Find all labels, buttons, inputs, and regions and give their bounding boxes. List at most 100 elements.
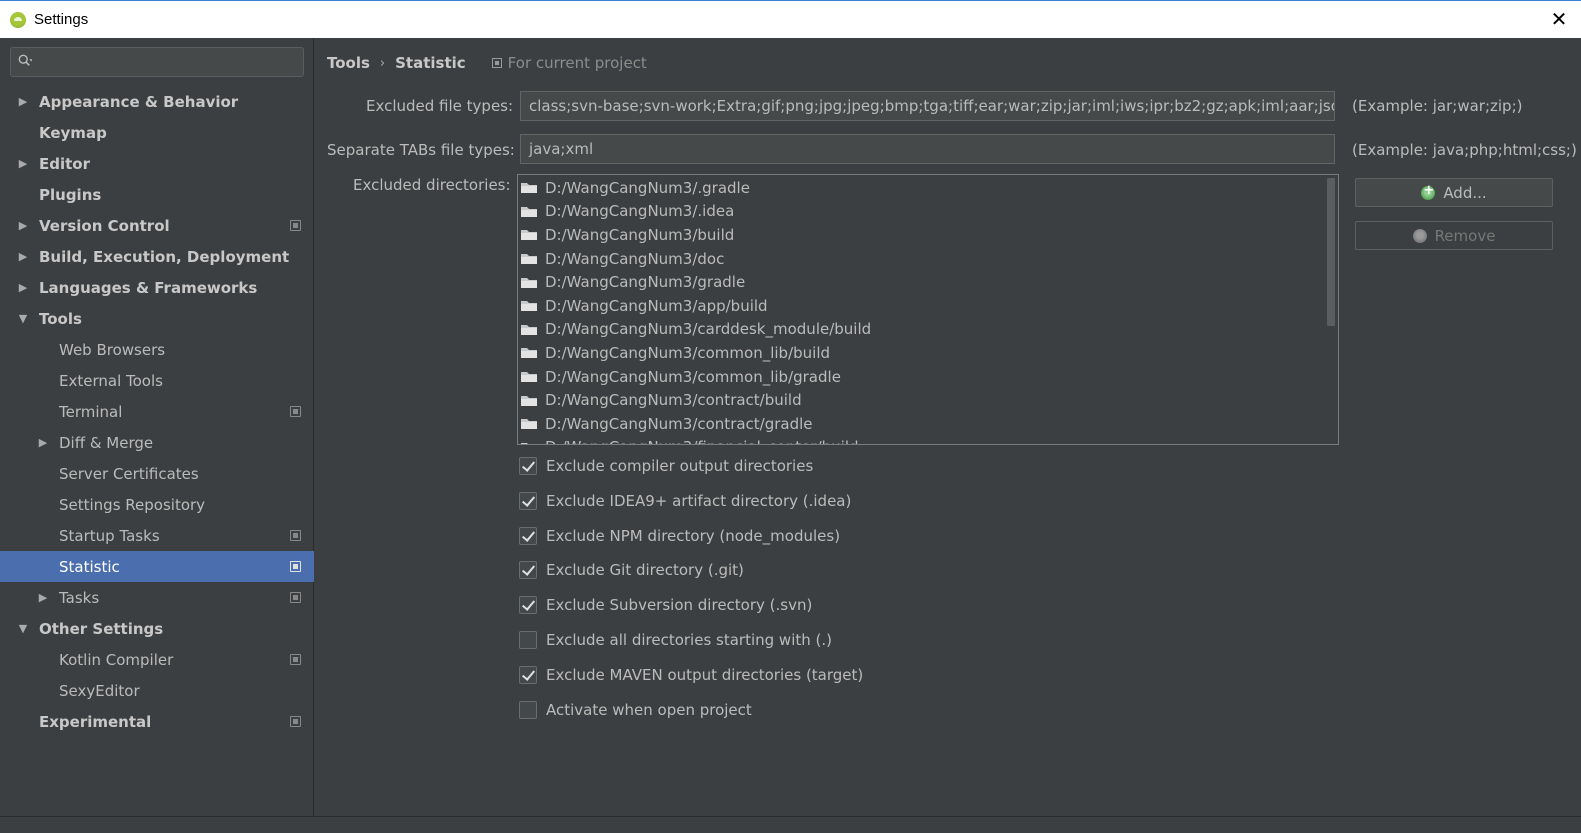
excluded-directories-label: Excluded directories: — [353, 176, 511, 194]
collapsed-arrow-icon[interactable]: ▶ — [37, 436, 49, 449]
folder-icon — [521, 206, 537, 217]
sidebar-item-label: Languages & Frameworks — [39, 278, 258, 297]
sidebar-item-tasks[interactable]: ▶ Tasks — [0, 582, 314, 613]
excluded-file-types-input[interactable]: class;svn-base;svn-work;Extra;gif;png;jp… — [520, 91, 1335, 121]
option-exclude-npm-directory-node-modules[interactable]: Exclude NPM directory (node_modules) — [519, 525, 840, 547]
checkbox[interactable] — [519, 631, 537, 649]
list-scrollbar[interactable] — [1324, 175, 1338, 444]
directory-row[interactable]: D:/WangCangNum3/contract/build — [518, 388, 1326, 412]
sidebar-item-editor[interactable]: ▶ Editor — [0, 148, 314, 179]
remove-directory-button[interactable]: Remove — [1355, 221, 1553, 250]
option-exclude-git-directory-git[interactable]: Exclude Git directory (.git) — [519, 559, 744, 581]
project-level-icon — [290, 592, 301, 603]
list-scrollbar-thumb[interactable] — [1327, 178, 1335, 326]
directory-path: D:/WangCangNum3/gradle — [545, 273, 746, 292]
sidebar-item-plugins[interactable]: Plugins — [0, 179, 314, 210]
sidebar-item-settings-repository[interactable]: Settings Repository — [0, 489, 314, 520]
separate-tabs-input[interactable]: java;xml — [520, 134, 1335, 164]
sidebar-item-label: Experimental — [39, 712, 152, 731]
directory-row[interactable]: D:/WangCangNum3/common_lib/gradle — [518, 365, 1326, 389]
collapsed-arrow-icon[interactable]: ▶ — [17, 281, 29, 294]
settings-search-box[interactable] — [10, 47, 304, 77]
project-level-icon — [290, 654, 301, 665]
sidebar-item-server-certificates[interactable]: Server Certificates — [0, 458, 314, 489]
directory-row[interactable]: D:/WangCangNum3/.gradle — [518, 176, 1326, 200]
sidebar-item-label: Keymap — [39, 123, 107, 142]
sidebar-item-web-browsers[interactable]: Web Browsers — [0, 334, 314, 365]
separate-tabs-label: Separate TABs file types: — [327, 141, 515, 159]
directory-row[interactable]: D:/WangCangNum3/contract/gradle — [518, 412, 1326, 436]
sidebar-item-startup-tasks[interactable]: Startup Tasks — [0, 520, 314, 551]
directory-row[interactable]: D:/WangCangNum3/.idea — [518, 200, 1326, 224]
expanded-arrow-icon[interactable]: ▼ — [17, 622, 29, 635]
collapsed-arrow-icon[interactable]: ▶ — [17, 219, 29, 232]
directory-row[interactable]: D:/WangCangNum3/app/build — [518, 294, 1326, 318]
sidebar-item-appearance-behavior[interactable]: ▶ Appearance & Behavior — [0, 86, 314, 117]
checkbox[interactable] — [519, 561, 537, 579]
option-exclude-maven-output-directories-target[interactable]: Exclude MAVEN output directories (target… — [519, 664, 863, 686]
close-icon[interactable]: ✕ — [1549, 9, 1569, 29]
sidebar-item-languages-frameworks[interactable]: ▶ Languages & Frameworks — [0, 272, 314, 303]
sidebar-item-tools[interactable]: ▼ Tools — [0, 303, 314, 334]
option-exclude-all-directories-starting-with[interactable]: Exclude all directories starting with (.… — [519, 629, 832, 651]
sidebar-item-terminal[interactable]: Terminal — [0, 396, 314, 427]
checkbox[interactable] — [519, 492, 537, 510]
checkbox-label: Exclude MAVEN output directories (target… — [546, 666, 864, 684]
directory-path: D:/WangCangNum3/carddesk_module/build — [545, 320, 872, 339]
sidebar-item-statistic[interactable]: Statistic — [0, 551, 314, 582]
checkbox[interactable] — [519, 666, 537, 684]
directory-row[interactable]: D:/WangCangNum3/financial_center/build — [518, 436, 1326, 444]
separate-tabs-example: (Example: java;php;html;css;) — [1352, 141, 1577, 159]
sidebar-item-label: Tools — [39, 309, 82, 328]
sidebar-item-label: Other Settings — [39, 619, 164, 638]
collapsed-arrow-icon[interactable]: ▶ — [17, 95, 29, 108]
directory-row[interactable]: D:/WangCangNum3/build — [518, 223, 1326, 247]
sidebar-item-version-control[interactable]: ▶ Version Control — [0, 210, 314, 241]
directory-row[interactable]: D:/WangCangNum3/common_lib/build — [518, 341, 1326, 365]
expanded-arrow-icon[interactable]: ▼ — [17, 312, 29, 325]
option-exclude-idea9-artifact-directory-idea[interactable]: Exclude IDEA9+ artifact directory (.idea… — [519, 490, 851, 512]
checkbox[interactable] — [519, 596, 537, 614]
sidebar-item-keymap[interactable]: Keymap — [0, 117, 314, 148]
breadcrumb-separator: › — [379, 55, 386, 71]
folder-icon — [521, 348, 537, 359]
directory-path: D:/WangCangNum3/contract/gradle — [545, 414, 813, 433]
breadcrumb: Tools › Statistic For current project — [327, 53, 647, 73]
directory-row[interactable]: D:/WangCangNum3/carddesk_module/build — [518, 318, 1326, 342]
sidebar-item-kotlin-compiler[interactable]: Kotlin Compiler — [0, 644, 314, 675]
excluded-directories-list[interactable]: D:/WangCangNum3/.gradle D:/WangCangNum3/.… — [517, 174, 1339, 445]
checkbox-label: Exclude Subversion directory (.svn) — [546, 596, 813, 614]
folder-icon — [521, 277, 537, 288]
option-activate-when-open-project[interactable]: Activate when open project — [519, 699, 752, 721]
search-input[interactable] — [45, 52, 295, 72]
checkbox-label: Exclude IDEA9+ artifact directory (.idea… — [546, 492, 852, 510]
sidebar-item-build-execution-deployment[interactable]: ▶ Build, Execution, Deployment — [0, 241, 314, 272]
checkbox-label: Exclude all directories starting with (.… — [546, 631, 832, 649]
settings-sidebar: ▶ Appearance & Behavior Keymap ▶ Editor Plugi… — [0, 38, 314, 816]
sidebar-item-other-settings[interactable]: ▼ Other Settings — [0, 613, 314, 644]
add-icon — [1421, 183, 1436, 200]
add-directory-button[interactable]: Add... — [1355, 178, 1553, 207]
sidebar-item-experimental[interactable]: Experimental — [0, 706, 314, 737]
checkbox[interactable] — [519, 457, 537, 475]
directory-row[interactable]: D:/WangCangNum3/doc — [518, 247, 1326, 271]
collapsed-arrow-icon[interactable]: ▶ — [37, 591, 49, 604]
bottom-bar — [0, 816, 1581, 833]
sidebar-item-label: Plugins — [39, 185, 102, 204]
folder-icon — [521, 254, 537, 265]
sidebar-item-diff-merge[interactable]: ▶ Diff & Merge — [0, 427, 314, 458]
breadcrumb-current: Statistic — [395, 54, 466, 72]
collapsed-arrow-icon[interactable]: ▶ — [17, 157, 29, 170]
option-exclude-compiler-output-directories[interactable]: Exclude compiler output directories — [519, 455, 813, 477]
remove-button-label: Remove — [1434, 226, 1496, 245]
collapsed-arrow-icon[interactable]: ▶ — [17, 250, 29, 263]
sidebar-item-external-tools[interactable]: External Tools — [0, 365, 314, 396]
checkbox[interactable] — [519, 701, 537, 719]
checkbox[interactable] — [519, 527, 537, 545]
sidebar-item-label: Kotlin Compiler — [59, 650, 174, 669]
sidebar-item-sexyeditor[interactable]: SexyEditor — [0, 675, 314, 706]
directory-row[interactable]: D:/WangCangNum3/gradle — [518, 270, 1326, 294]
option-exclude-subversion-directory-svn[interactable]: Exclude Subversion directory (.svn) — [519, 594, 812, 616]
sidebar-item-label: Appearance & Behavior — [39, 92, 239, 111]
sidebar-item-label: Terminal — [59, 402, 123, 421]
